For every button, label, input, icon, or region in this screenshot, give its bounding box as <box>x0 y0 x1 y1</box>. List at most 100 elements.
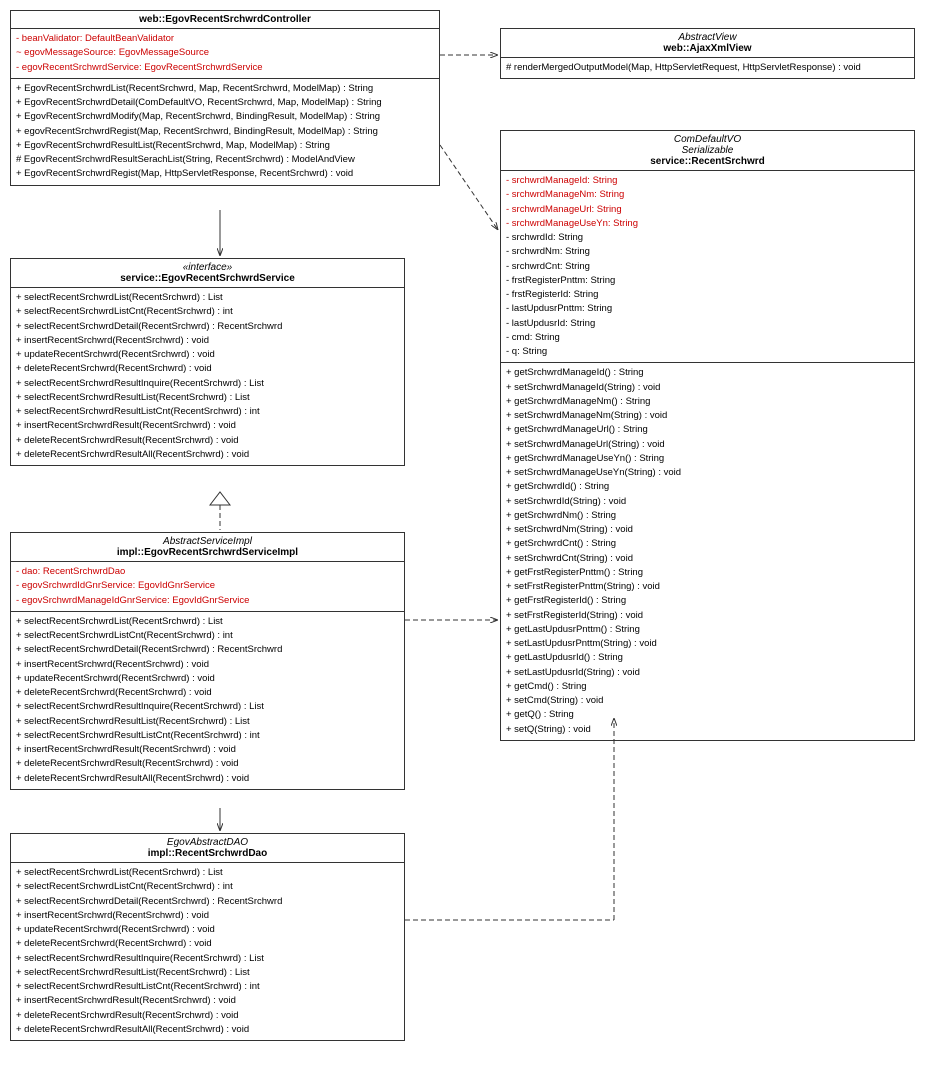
vo-method-6: + setSrchwrdManageUrl(String) : void <box>506 438 909 452</box>
vo-field-12: - cmd: String <box>506 331 909 345</box>
method-4: + egovRecentSrchwrdRegist(Map, RecentSrc… <box>16 125 434 139</box>
dao-method-4: + insertRecentSrchwrd(RecentSrchwrd) : v… <box>16 909 399 923</box>
dao-method-1: + selectRecentSrchwrdList(RecentSrchwrd)… <box>16 866 399 880</box>
vo-method-14: + setSrchwrdCnt(String) : void <box>506 552 909 566</box>
dao-method-10: + insertRecentSrchwrdResult(RecentSrchwr… <box>16 994 399 1008</box>
vo-method-18: + setFrstRegisterId(String) : void <box>506 609 909 623</box>
vo-method-19: + getLastUpdusrPnttm() : String <box>506 623 909 637</box>
impl-method-1: + selectRecentSrchwrdList(RecentSrchwrd)… <box>16 615 399 629</box>
ajax-view-box: AbstractView web::AjaxXmlView # renderMe… <box>500 28 915 79</box>
controller-title: web::EgovRecentSrchwrdController <box>11 11 439 29</box>
vo-field-1: - srchwrdManageId: String <box>506 174 909 188</box>
dao-method-12: + deleteRecentSrchwrdResultAll(RecentSrc… <box>16 1023 399 1037</box>
vo-method-21: + getLastUpdusrId() : String <box>506 651 909 665</box>
vo-method-12: + setSrchwrdNm(String) : void <box>506 523 909 537</box>
field-3: - egovRecentSrchwrdService: EgovRecentSr… <box>16 61 434 75</box>
comdefaultvo-title: ComDefaultVO Serializable service::Recen… <box>501 131 914 171</box>
vo-method-24: + setCmd(String) : void <box>506 694 909 708</box>
svc-method-5: + updateRecentSrchwrd(RecentSrchwrd) : v… <box>16 348 399 362</box>
vo-method-2: + setSrchwrdManageId(String) : void <box>506 381 909 395</box>
comdefaultvo-methods: + getSrchwrdManageId() : String + setSrc… <box>501 363 914 740</box>
method-6: # EgovRecentSrchwrdResultSerachList(Stri… <box>16 153 434 167</box>
vo-method-13: + getSrchwrdCnt() : String <box>506 537 909 551</box>
svc-method-10: + insertRecentSrchwrdResult(RecentSrchwr… <box>16 419 399 433</box>
ajax-view-classname: web::AjaxXmlView <box>506 43 909 54</box>
impl-method-12: + deleteRecentSrchwrdResultAll(RecentSrc… <box>16 772 399 786</box>
dao-method-3: + selectRecentSrchwrdDetail(RecentSrchwr… <box>16 895 399 909</box>
impl-method-2: + selectRecentSrchwrdListCnt(RecentSrchw… <box>16 629 399 643</box>
vo-field-4: - srchwrdManageUseYn: String <box>506 217 909 231</box>
vo-method-1: + getSrchwrdManageId() : String <box>506 366 909 380</box>
impl-method-5: + updateRecentSrchwrd(RecentSrchwrd) : v… <box>16 672 399 686</box>
vo-method-16: + setFrstRegisterPnttm(String) : void <box>506 580 909 594</box>
method-1: + EgovRecentSrchwrdList(RecentSrchwrd, M… <box>16 82 434 96</box>
vo-field-7: - srchwrdCnt: String <box>506 260 909 274</box>
svc-method-4: + insertRecentSrchwrd(RecentSrchwrd) : v… <box>16 334 399 348</box>
service-interface-title: «interface» service::EgovRecentSrchwrdSe… <box>11 259 404 288</box>
impl-method-11: + deleteRecentSrchwrdResult(RecentSrchwr… <box>16 757 399 771</box>
ajax-view-title: AbstractView web::AjaxXmlView <box>501 29 914 58</box>
vo-field-3: - srchwrdManageUrl: String <box>506 203 909 217</box>
vo-method-15: + getFrstRegisterPnttm() : String <box>506 566 909 580</box>
svc-method-8: + selectRecentSrchwrdResultList(RecentSr… <box>16 391 399 405</box>
egovabstractdao-stereotype: EgovAbstractDAO <box>16 837 399 848</box>
svc-method-6: + deleteRecentSrchwrd(RecentSrchwrd) : v… <box>16 362 399 376</box>
service-interface-methods: + selectRecentSrchwrdList(RecentSrchwrd)… <box>11 288 404 465</box>
diagram-container: web::EgovRecentSrchwrdController - beanV… <box>0 0 928 1081</box>
svc-method-3: + selectRecentSrchwrdDetail(RecentSrchwr… <box>16 320 399 334</box>
vo-field-2: - srchwrdManageNm: String <box>506 188 909 202</box>
method-7: + EgovRecentSrchwrdRegist(Map, HttpServl… <box>16 167 434 181</box>
service-interface-box: «interface» service::EgovRecentSrchwrdSe… <box>10 258 405 466</box>
serviceimpl-classname: impl::EgovRecentSrchwrdServiceImpl <box>16 547 399 558</box>
dao-box: EgovAbstractDAO impl::RecentSrchwrdDao +… <box>10 833 405 1041</box>
ajax-view-methods: # renderMergedOutputModel(Map, HttpServl… <box>501 58 914 78</box>
method-5: + EgovRecentSrchwrdResultList(RecentSrch… <box>16 139 434 153</box>
impl-method-10: + insertRecentSrchwrdResult(RecentSrchwr… <box>16 743 399 757</box>
arrow-controller-vo <box>440 145 498 230</box>
vo-method-22: + setLastUpdusrId(String) : void <box>506 666 909 680</box>
svc-method-7: + selectRecentSrchwrdResultInquire(Recen… <box>16 377 399 391</box>
serviceimpl-fields: - dao: RecentSrchwrdDao - egovSrchwrdIdG… <box>11 562 404 612</box>
vo-field-11: - lastUpdusrId: String <box>506 317 909 331</box>
impl-method-7: + selectRecentSrchwrdResultInquire(Recen… <box>16 700 399 714</box>
vo-method-17: + getFrstRegisterId() : String <box>506 594 909 608</box>
vo-method-26: + setQ(String) : void <box>506 723 909 737</box>
vo-method-8: + setSrchwrdManageUseYn(String) : void <box>506 466 909 480</box>
dao-classname: impl::RecentSrchwrdDao <box>16 848 399 859</box>
vo-method-5: + getSrchwrdManageUrl() : String <box>506 423 909 437</box>
comdefaultvo-classname: service::RecentSrchwrd <box>506 156 909 167</box>
vo-field-9: - frstRegisterId: String <box>506 288 909 302</box>
impl-method-3: + selectRecentSrchwrdDetail(RecentSrchwr… <box>16 643 399 657</box>
dao-method-9: + selectRecentSrchwrdResultListCnt(Recen… <box>16 980 399 994</box>
dao-title: EgovAbstractDAO impl::RecentSrchwrdDao <box>11 834 404 863</box>
controller-box: web::EgovRecentSrchwrdController - beanV… <box>10 10 440 186</box>
dao-method-2: + selectRecentSrchwrdListCnt(RecentSrchw… <box>16 880 399 894</box>
impl-method-6: + deleteRecentSrchwrd(RecentSrchwrd) : v… <box>16 686 399 700</box>
vo-method-23: + getCmd() : String <box>506 680 909 694</box>
method-3: + EgovRecentSrchwrdModify(Map, RecentSrc… <box>16 110 434 124</box>
abstractserviceimpl-stereotype: AbstractServiceImpl <box>16 536 399 547</box>
service-interface-classname: service::EgovRecentSrchwrdService <box>16 273 399 284</box>
vo-field-8: - frstRegisterPnttm: String <box>506 274 909 288</box>
serializable-stereotype: Serializable <box>506 145 909 156</box>
comdefaultvo-box: ComDefaultVO Serializable service::Recen… <box>500 130 915 741</box>
interface-stereotype: «interface» <box>16 262 399 273</box>
impl-field-3: - egovSrchwrdManageIdGnrService: EgovIdG… <box>16 594 399 608</box>
svc-method-12: + deleteRecentSrchwrdResultAll(RecentSrc… <box>16 448 399 462</box>
method-2: + EgovRecentSrchwrdDetail(ComDefaultVO, … <box>16 96 434 110</box>
arrow-service-impl-triangle <box>210 492 230 505</box>
controller-classname: web::EgovRecentSrchwrdController <box>16 14 434 25</box>
svc-method-11: + deleteRecentSrchwrdResult(RecentSrchwr… <box>16 434 399 448</box>
controller-methods: + EgovRecentSrchwrdList(RecentSrchwrd, M… <box>11 79 439 185</box>
dao-method-6: + deleteRecentSrchwrd(RecentSrchwrd) : v… <box>16 937 399 951</box>
vo-method-25: + getQ() : String <box>506 708 909 722</box>
vo-method-4: + setSrchwrdManageNm(String) : void <box>506 409 909 423</box>
serviceimpl-methods: + selectRecentSrchwrdList(RecentSrchwrd)… <box>11 612 404 789</box>
impl-method-9: + selectRecentSrchwrdResultListCnt(Recen… <box>16 729 399 743</box>
vo-field-6: - srchwrdNm: String <box>506 245 909 259</box>
serviceimpl-title: AbstractServiceImpl impl::EgovRecentSrch… <box>11 533 404 562</box>
ajax-method-1: # renderMergedOutputModel(Map, HttpServl… <box>506 61 909 75</box>
impl-method-8: + selectRecentSrchwrdResultList(RecentSr… <box>16 715 399 729</box>
impl-method-4: + insertRecentSrchwrd(RecentSrchwrd) : v… <box>16 658 399 672</box>
svc-method-2: + selectRecentSrchwrdListCnt(RecentSrchw… <box>16 305 399 319</box>
